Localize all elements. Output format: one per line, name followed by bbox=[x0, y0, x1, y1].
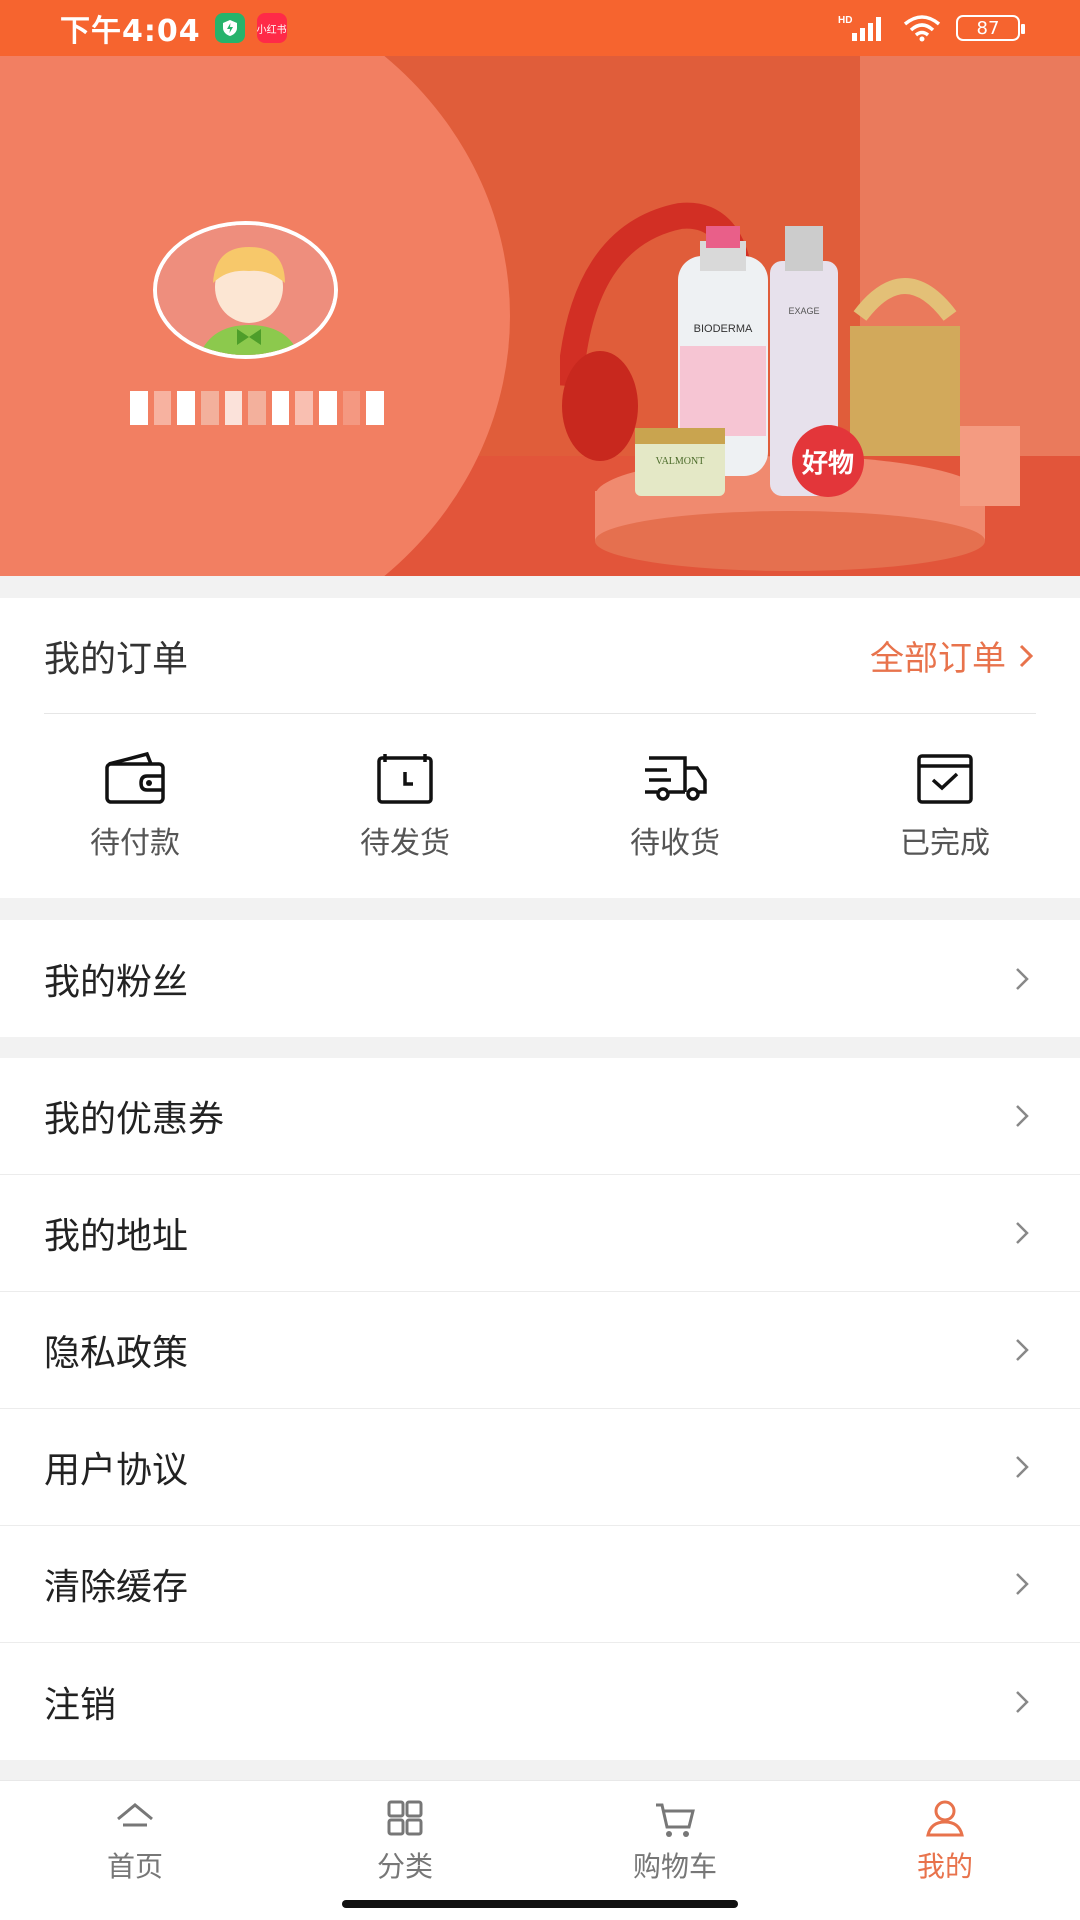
order-completed[interactable]: 已完成 bbox=[810, 750, 1080, 870]
truck-icon bbox=[645, 756, 707, 801]
nav-label: 分类 bbox=[376, 1850, 433, 1883]
menu-label: 注销 bbox=[44, 1684, 117, 1726]
order-label: 待收货 bbox=[630, 826, 720, 861]
products-image: BIODERMA EXAGE VALMONT 好物 bbox=[560, 202, 1020, 571]
menu-label: 我的地址 bbox=[44, 1216, 189, 1257]
orders-card: 我的订单 全部订单 待付款 待发货 待收货 已完成 bbox=[0, 598, 1080, 898]
menu-label: 用户协议 bbox=[44, 1450, 189, 1491]
grid-icon bbox=[387, 1800, 423, 1836]
svg-text:VALMONT: VALMONT bbox=[656, 456, 705, 467]
menu-item-logout[interactable]: 注销 bbox=[0, 1643, 1080, 1760]
home-icon bbox=[117, 1803, 153, 1827]
check-box-icon bbox=[917, 754, 973, 804]
avatar[interactable] bbox=[153, 221, 338, 359]
username-masked bbox=[130, 386, 390, 430]
svg-text:HD: HD bbox=[838, 15, 852, 26]
chevron-right-icon bbox=[1016, 1105, 1029, 1127]
order-label: 待发货 bbox=[360, 826, 450, 861]
profile-page: 下午4:04 小红书 HD 87 BIODERMA EXAGE VALMONT … bbox=[0, 0, 1080, 1920]
clock-icon bbox=[377, 754, 433, 804]
menu-item-fans[interactable]: 我的粉丝 bbox=[0, 920, 1080, 1037]
wifi-icon bbox=[903, 15, 941, 42]
all-orders-link[interactable]: 全部订单 bbox=[870, 631, 1036, 680]
order-status-row: 待付款 待发货 待收货 已完成 bbox=[0, 750, 1080, 870]
order-pending-payment[interactable]: 待付款 bbox=[0, 750, 270, 870]
order-label: 已完成 bbox=[900, 826, 990, 861]
profile-banner: BIODERMA EXAGE VALMONT 好物 bbox=[0, 56, 1080, 576]
chevron-right-icon bbox=[1016, 967, 1029, 990]
order-pending-shipment[interactable]: 待发货 bbox=[270, 750, 540, 870]
status-time: 下午4:04 bbox=[60, 14, 201, 49]
menu-label: 我的优惠券 bbox=[44, 1099, 225, 1140]
nav-label: 首页 bbox=[106, 1850, 163, 1883]
nav-label: 购物车 bbox=[632, 1850, 717, 1883]
menu-label: 我的粉丝 bbox=[44, 961, 189, 1003]
order-label: 待付款 bbox=[90, 826, 180, 861]
bottom-nav: 首页 分类 购物车 我的 bbox=[0, 1780, 1080, 1920]
chevron-right-icon bbox=[1016, 1456, 1029, 1478]
chevron-right-icon bbox=[1016, 1339, 1029, 1361]
chevron-right-icon bbox=[1019, 644, 1034, 667]
user-icon bbox=[926, 1800, 964, 1837]
menu-item-coupons[interactable]: 我的优惠券 bbox=[0, 1058, 1080, 1175]
menu-item-clear-cache[interactable]: 清除缓存 bbox=[0, 1526, 1080, 1643]
xiaohongshu-icon: 小红书 bbox=[256, 13, 287, 43]
status-bar: 下午4:04 小红书 HD 87 bbox=[0, 0, 1080, 56]
cart-icon bbox=[656, 1803, 695, 1837]
shield-icon bbox=[214, 13, 245, 43]
orders-title: 我的订单 bbox=[44, 638, 189, 680]
chevron-right-icon bbox=[1016, 1690, 1029, 1713]
menu-item-address[interactable]: 我的地址 bbox=[0, 1175, 1080, 1292]
chevron-right-icon bbox=[1016, 1573, 1029, 1595]
home-indicator[interactable] bbox=[342, 1900, 738, 1908]
battery-level: 87 bbox=[976, 17, 1000, 39]
all-orders-label: 全部订单 bbox=[870, 639, 1006, 679]
menu-label: 隐私政策 bbox=[44, 1333, 189, 1374]
nav-home[interactable]: 首页 bbox=[0, 1781, 270, 1920]
menu-label: 清除缓存 bbox=[44, 1567, 189, 1608]
svg-text:BIODERMA: BIODERMA bbox=[694, 323, 753, 335]
menu-item-privacy[interactable]: 隐私政策 bbox=[0, 1292, 1080, 1409]
nav-mine[interactable]: 我的 bbox=[810, 1781, 1080, 1920]
menu-group-fans: 我的粉丝 bbox=[0, 920, 1080, 1037]
menu-group-settings: 我的优惠券 我的地址 隐私政策 用户协议 清除缓存 注销 bbox=[0, 1058, 1080, 1760]
wallet-icon bbox=[105, 751, 165, 804]
order-pending-receipt[interactable]: 待收货 bbox=[540, 750, 810, 870]
signal-icon: HD bbox=[838, 15, 881, 41]
menu-item-agreement[interactable]: 用户协议 bbox=[0, 1409, 1080, 1526]
status-indicators: HD 87 bbox=[838, 13, 1025, 43]
battery-indicator: 87 bbox=[956, 15, 1025, 41]
nav-label: 我的 bbox=[916, 1850, 973, 1883]
badge-text: 好物 bbox=[801, 449, 854, 479]
orders-header: 我的订单 全部订单 bbox=[44, 598, 1036, 714]
chevron-right-icon bbox=[1016, 1222, 1029, 1244]
svg-text:EXAGE: EXAGE bbox=[788, 306, 819, 316]
